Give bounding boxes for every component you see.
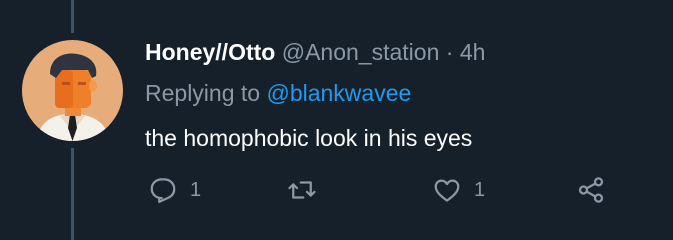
like-count: 1 bbox=[474, 178, 486, 201]
share-icon bbox=[578, 177, 604, 203]
timestamp[interactable]: 4h bbox=[460, 39, 486, 65]
display-name[interactable]: Honey//Otto bbox=[145, 39, 275, 65]
user-handle[interactable]: @Anon_station bbox=[282, 39, 440, 65]
reply-icon bbox=[150, 178, 176, 203]
retweet-icon bbox=[288, 181, 316, 199]
reply-count: 1 bbox=[190, 178, 202, 201]
thread-line-bottom bbox=[71, 148, 74, 240]
replying-to-link[interactable]: @blankwavee bbox=[266, 80, 411, 106]
tweet-text: the homophobic look in his eyes bbox=[145, 125, 473, 151]
reply-button[interactable]: 1 bbox=[148, 172, 201, 208]
avatar-image bbox=[22, 40, 123, 141]
replying-to: Replying to @blankwavee bbox=[145, 79, 411, 107]
thread-line-top bbox=[71, 0, 74, 33]
separator-dot: · bbox=[445, 39, 454, 65]
retweet-button[interactable] bbox=[286, 172, 318, 208]
tweet-header: Honey//Otto @Anon_station · 4h bbox=[145, 38, 485, 66]
tweet-actions: 1 1 bbox=[145, 172, 645, 208]
like-button[interactable]: 1 bbox=[432, 172, 485, 208]
share-button[interactable] bbox=[576, 172, 606, 208]
avatar[interactable] bbox=[22, 40, 123, 141]
replying-prefix: Replying to bbox=[145, 80, 261, 106]
heart-icon bbox=[434, 179, 460, 202]
tweet[interactable]: Honey//Otto @Anon_station · 4h Replying … bbox=[0, 0, 673, 240]
